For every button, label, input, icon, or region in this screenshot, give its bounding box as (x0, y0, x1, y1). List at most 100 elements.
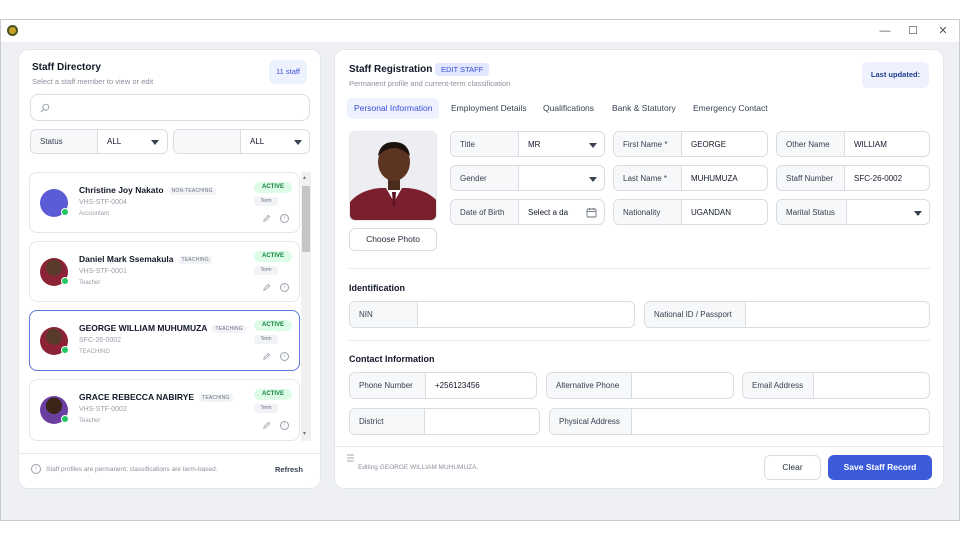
status-badge: ACTIVE (254, 182, 292, 193)
tab-personal-information[interactable]: Personal Information (347, 98, 440, 119)
staff-name: Daniel Mark Ssemakula TEACHING (79, 254, 212, 264)
physical-address-label: Physical Address (550, 409, 632, 434)
gender-label: Gender (451, 166, 519, 190)
scroll-up-icon[interactable]: ▴ (303, 174, 306, 181)
minimize-button[interactable]: — (875, 23, 895, 39)
edit-icon[interactable] (262, 421, 271, 430)
section-divider (349, 268, 930, 269)
nin-field[interactable]: NIN (349, 301, 635, 328)
term-badge: Term (254, 335, 278, 344)
online-status-dot (61, 277, 69, 285)
nin-label: NIN (350, 302, 418, 327)
directory-subtitle: Select a staff member to view or edit (32, 77, 154, 86)
email-address-field[interactable]: Email Address (742, 372, 930, 399)
staff-card-selected[interactable]: GEORGE WILLIAM MUHUMUZA TEACHING SFC-26-0… (29, 310, 300, 371)
staff-id: VHS-STF-0001 (79, 268, 127, 275)
info-icon[interactable]: i (280, 421, 289, 430)
title-select[interactable]: Title MR (450, 131, 605, 157)
staff-role: TEACHING (79, 349, 111, 355)
staff-role: Teacher (79, 280, 101, 286)
national-id-field[interactable]: National ID / Passport (644, 301, 930, 328)
nationality-field[interactable]: Nationality UGANDAN (613, 199, 768, 225)
registration-subtitle: Permanent profile and current-term class… (349, 79, 511, 88)
status-filter-label: Status (31, 130, 98, 153)
search-input[interactable] (30, 94, 310, 121)
first-name-label: First Name * (614, 132, 682, 156)
gender-select[interactable]: Gender (450, 165, 605, 191)
staff-card[interactable]: Christine Joy Nakato NON-TEACHING VHS-STF… (29, 172, 300, 233)
staff-photo (349, 131, 437, 221)
staff-name: Christine Joy Nakato NON-TEACHING (79, 185, 216, 195)
marital-status-select[interactable]: Marital Status (776, 199, 930, 225)
staff-role: Accountant (79, 211, 110, 217)
status-filter-value: ALL (107, 137, 122, 146)
physical-address-field[interactable]: Physical Address (549, 408, 930, 435)
alternative-phone-field[interactable]: Alternative Phone (546, 372, 734, 399)
other-name-label: Other Name (777, 132, 845, 156)
clear-button[interactable]: Clear (764, 455, 821, 480)
last-name-field[interactable]: Last Name * MUHUMUZA (613, 165, 768, 191)
national-id-label: National ID / Passport (645, 302, 746, 327)
alternative-phone-label: Alternative Phone (547, 373, 632, 398)
identification-title: Identification (349, 283, 405, 293)
district-field[interactable]: District (349, 408, 540, 435)
edit-icon[interactable] (262, 283, 271, 292)
phone-number-value: +256123456 (435, 381, 480, 390)
status-filter[interactable]: Status ALL (30, 129, 168, 154)
staff-type-tag: TEACHING (212, 324, 246, 333)
staff-number-value: SFC-26-0002 (854, 173, 903, 183)
marital-status-label: Marital Status (777, 200, 847, 224)
nin-value (418, 302, 427, 327)
directory-scrollbar[interactable]: ▴ ▾ (301, 172, 311, 441)
marital-status-value (847, 200, 856, 224)
date-of-birth-picker[interactable]: Date of Birth Select a da (450, 199, 605, 225)
title-label: Title (451, 132, 519, 156)
menu-icon (347, 454, 354, 462)
calendar-icon[interactable] (586, 207, 597, 218)
staff-id: SFC-26-0002 (79, 337, 122, 344)
info-icon[interactable]: i (280, 352, 289, 361)
footer-divider (335, 446, 943, 447)
phone-number-label: Phone Number (350, 373, 426, 398)
type-filter[interactable]: ALL (173, 129, 310, 154)
online-status-dot (61, 415, 69, 423)
choose-photo-button[interactable]: Choose Photo (349, 228, 437, 251)
edit-icon[interactable] (262, 214, 271, 223)
tab-bank-statutory[interactable]: Bank & Statutory (612, 98, 676, 119)
close-button[interactable]: ✕ (933, 23, 953, 39)
staff-count-badge: 11 staff (269, 60, 307, 84)
physical-address-value (632, 409, 641, 434)
edit-icon[interactable] (262, 352, 271, 361)
info-icon[interactable]: i (280, 214, 289, 223)
email-address-value (814, 373, 823, 398)
staff-number-label: Staff Number (777, 166, 845, 190)
term-badge: Term (254, 266, 278, 275)
info-icon[interactable]: i (280, 283, 289, 292)
tab-employment-details[interactable]: Employment Details (451, 98, 527, 119)
save-staff-record-button[interactable]: Save Staff Record (828, 455, 932, 480)
info-icon: i (31, 464, 41, 474)
tab-qualifications[interactable]: Qualifications (543, 98, 594, 119)
first-name-field[interactable]: First Name * GEORGE (613, 131, 768, 157)
phone-number-field[interactable]: Phone Number +256123456 (349, 372, 537, 399)
district-value (425, 409, 434, 434)
last-name-value: MUHUMUZA (691, 173, 738, 183)
contact-information-title: Contact Information (349, 354, 435, 364)
staff-card[interactable]: Daniel Mark Ssemakula TEACHING VHS-STF-00… (29, 241, 300, 302)
staff-number-field[interactable]: Staff Number SFC-26-0002 (776, 165, 930, 191)
tab-emergency-contact[interactable]: Emergency Contact (693, 98, 768, 119)
chevron-down-icon (914, 211, 922, 216)
maximize-button[interactable]: ☐ (903, 23, 923, 39)
other-name-field[interactable]: Other Name WILLIAM (776, 131, 930, 157)
staff-name: GEORGE WILLIAM MUHUMUZA TEACHING (79, 323, 246, 333)
refresh-button[interactable]: Refresh (275, 465, 303, 474)
last-name-label: Last Name * (614, 166, 682, 190)
status-badge: ACTIVE (254, 389, 292, 400)
staff-id: VHS-STF-0004 (79, 199, 127, 206)
status-badge: ACTIVE (254, 251, 292, 262)
registration-title: Staff Registration (349, 64, 433, 75)
staff-card[interactable]: GRACE REBECCA NABIRYE TEACHING VHS-STF-00… (29, 379, 300, 441)
staff-role: Teacher (79, 418, 101, 424)
scrollbar-thumb[interactable] (302, 186, 310, 252)
scroll-down-icon[interactable]: ▾ (303, 430, 306, 437)
